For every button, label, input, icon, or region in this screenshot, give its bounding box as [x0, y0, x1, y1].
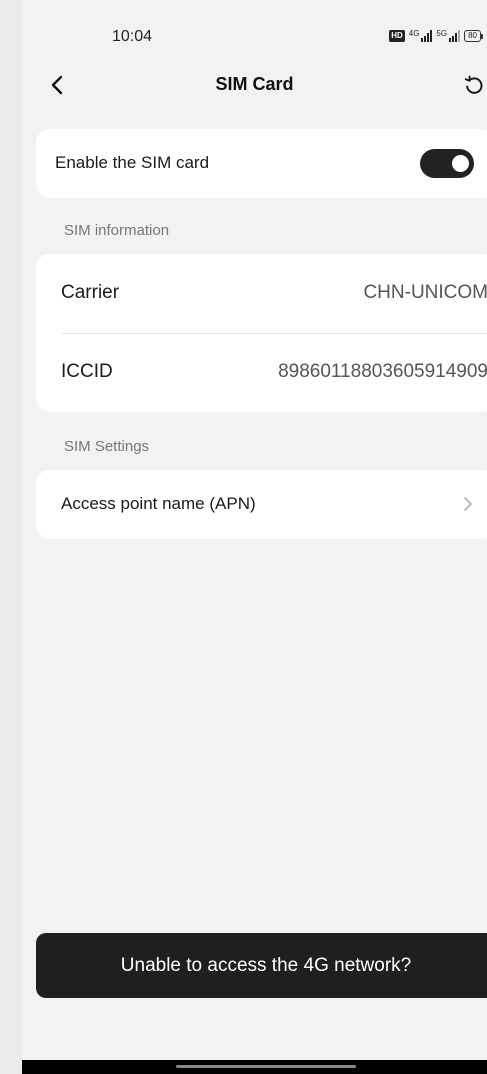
gesture-bar: [22, 1060, 487, 1074]
page-title: SIM Card: [215, 74, 294, 94]
home-indicator[interactable]: [176, 1065, 356, 1068]
enable-sim-card: Enable the SIM card: [36, 129, 487, 198]
left-gutter: [0, 0, 22, 1074]
carrier-label: Carrier: [61, 282, 120, 303]
signal-4g-label: 4G: [408, 29, 420, 38]
enable-sim-toggle[interactable]: [420, 149, 474, 178]
signal-5g-label: 5G: [436, 29, 448, 38]
status-icons: HD 4G 5G 80: [389, 28, 483, 44]
network-help-label: Unable to access the 4G network?: [120, 954, 412, 976]
hd-icon: HD: [389, 30, 405, 42]
iccid-label: ICCID: [61, 361, 113, 382]
signal-4g-icon: 4G: [409, 30, 433, 42]
chevron-right-icon: [464, 497, 472, 511]
phone-screen: 10:04 HD 4G 5G 80 SIM Card Enable the SI…: [22, 0, 487, 1074]
sim-information-card: Carrier CHN-UNICOM ICCID 898601188036059…: [36, 254, 487, 412]
battery-icon: 80: [464, 30, 483, 42]
enable-sim-label: Enable the SIM card: [55, 153, 210, 172]
battery-level: 80: [464, 30, 481, 42]
sim-information-header: SIM information: [64, 222, 170, 239]
network-help-button[interactable]: Unable to access the 4G network?: [36, 933, 487, 998]
nav-bar: SIM Card: [22, 62, 487, 108]
signal-5g-icon: 5G: [436, 29, 461, 42]
status-bar: 10:04 HD 4G 5G 80: [22, 0, 487, 70]
toggle-knob: [452, 155, 469, 172]
refresh-icon: [464, 75, 483, 94]
status-time: 10:04: [112, 28, 153, 45]
apn-item[interactable]: Access point name (APN): [36, 470, 487, 539]
iccid-row: ICCID 89860118803605914909: [36, 333, 487, 412]
refresh-button[interactable]: [461, 72, 487, 98]
carrier-row: Carrier CHN-UNICOM: [36, 254, 487, 334]
apn-label: Access point name (APN): [61, 494, 256, 513]
iccid-value: 89860118803605914909: [278, 361, 487, 382]
carrier-value: CHN-UNICOM: [363, 282, 487, 303]
sim-settings-header: SIM Settings: [64, 438, 150, 455]
